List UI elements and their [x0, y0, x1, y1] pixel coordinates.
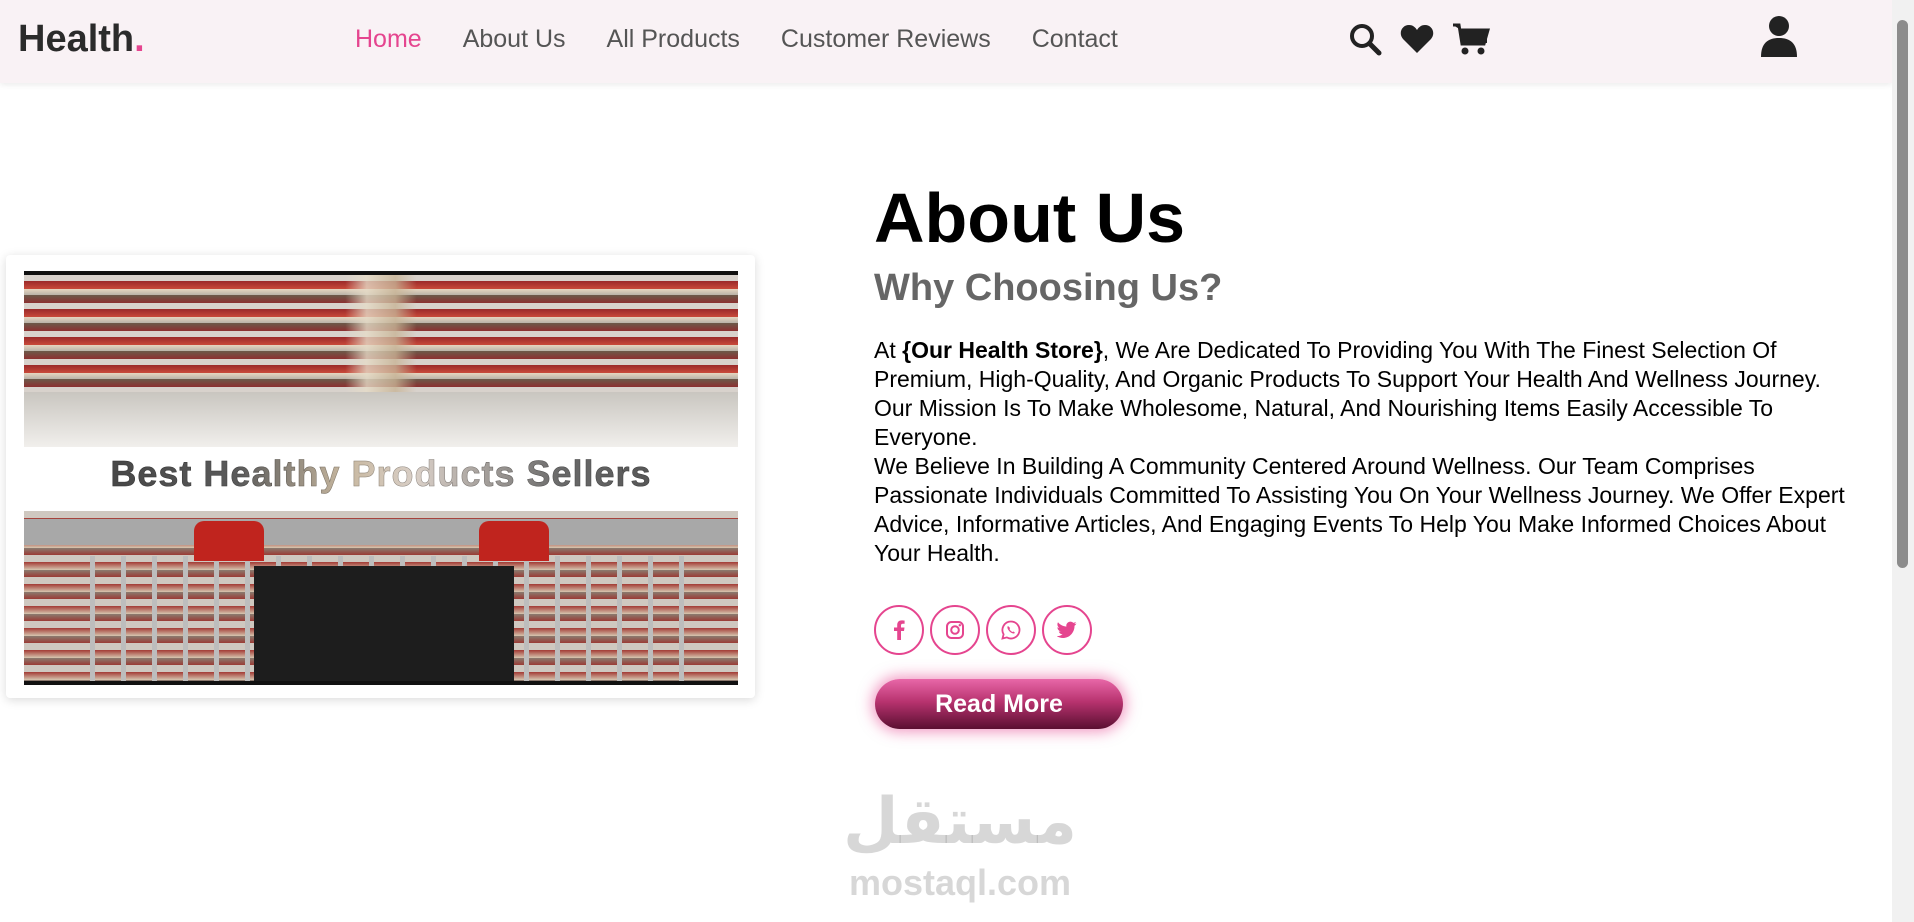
facebook-icon[interactable] — [874, 605, 924, 655]
logo-text: Health — [18, 18, 135, 60]
logo-dot: . — [134, 18, 145, 60]
nav-all-products[interactable]: All Products — [607, 25, 740, 54]
para1-prefix: At — [874, 337, 903, 363]
section-subtitle: Why Choosing Us? — [874, 267, 1223, 309]
social-links — [874, 605, 1092, 655]
banner-title: Best Healthy Products Sellers — [24, 453, 738, 495]
search-icon[interactable] — [1348, 22, 1382, 56]
section-title: About Us — [874, 179, 1186, 257]
store-name: {Our Health Store} — [902, 337, 1103, 363]
header-icons — [1348, 22, 1490, 56]
main-nav: Home About Us All Products Customer Revi… — [355, 25, 1159, 54]
user-icon[interactable] — [1760, 15, 1798, 62]
site-header: Health. Home About Us All Products Custo… — [0, 0, 1892, 83]
watermark-arabic: مستقل — [842, 785, 1078, 859]
para2: We Believe In Building A Community Cente… — [874, 453, 1845, 566]
about-description: At {Our Health Store}, We Are Dedicated … — [874, 336, 1864, 568]
nav-contact[interactable]: Contact — [1032, 25, 1118, 54]
cart-icon[interactable] — [1452, 22, 1490, 56]
nav-about-us[interactable]: About Us — [463, 25, 566, 54]
logo[interactable]: Health. — [18, 18, 145, 61]
heart-icon[interactable] — [1400, 23, 1434, 55]
scrollbar-thumb[interactable] — [1897, 20, 1908, 568]
twitter-icon[interactable] — [1042, 605, 1092, 655]
read-more-button[interactable]: Read More — [875, 679, 1123, 729]
store-aisle-image — [24, 271, 738, 447]
nav-home[interactable]: Home — [355, 25, 422, 54]
about-image-card: Best Healthy Products Sellers — [6, 255, 755, 698]
whatsapp-icon[interactable] — [986, 605, 1036, 655]
instagram-icon[interactable] — [930, 605, 980, 655]
shopping-cart-image — [24, 511, 738, 685]
watermark-latin: mostaql.com — [848, 862, 1072, 903]
vertical-scrollbar[interactable] — [1892, 0, 1914, 922]
nav-customer-reviews[interactable]: Customer Reviews — [781, 25, 991, 54]
